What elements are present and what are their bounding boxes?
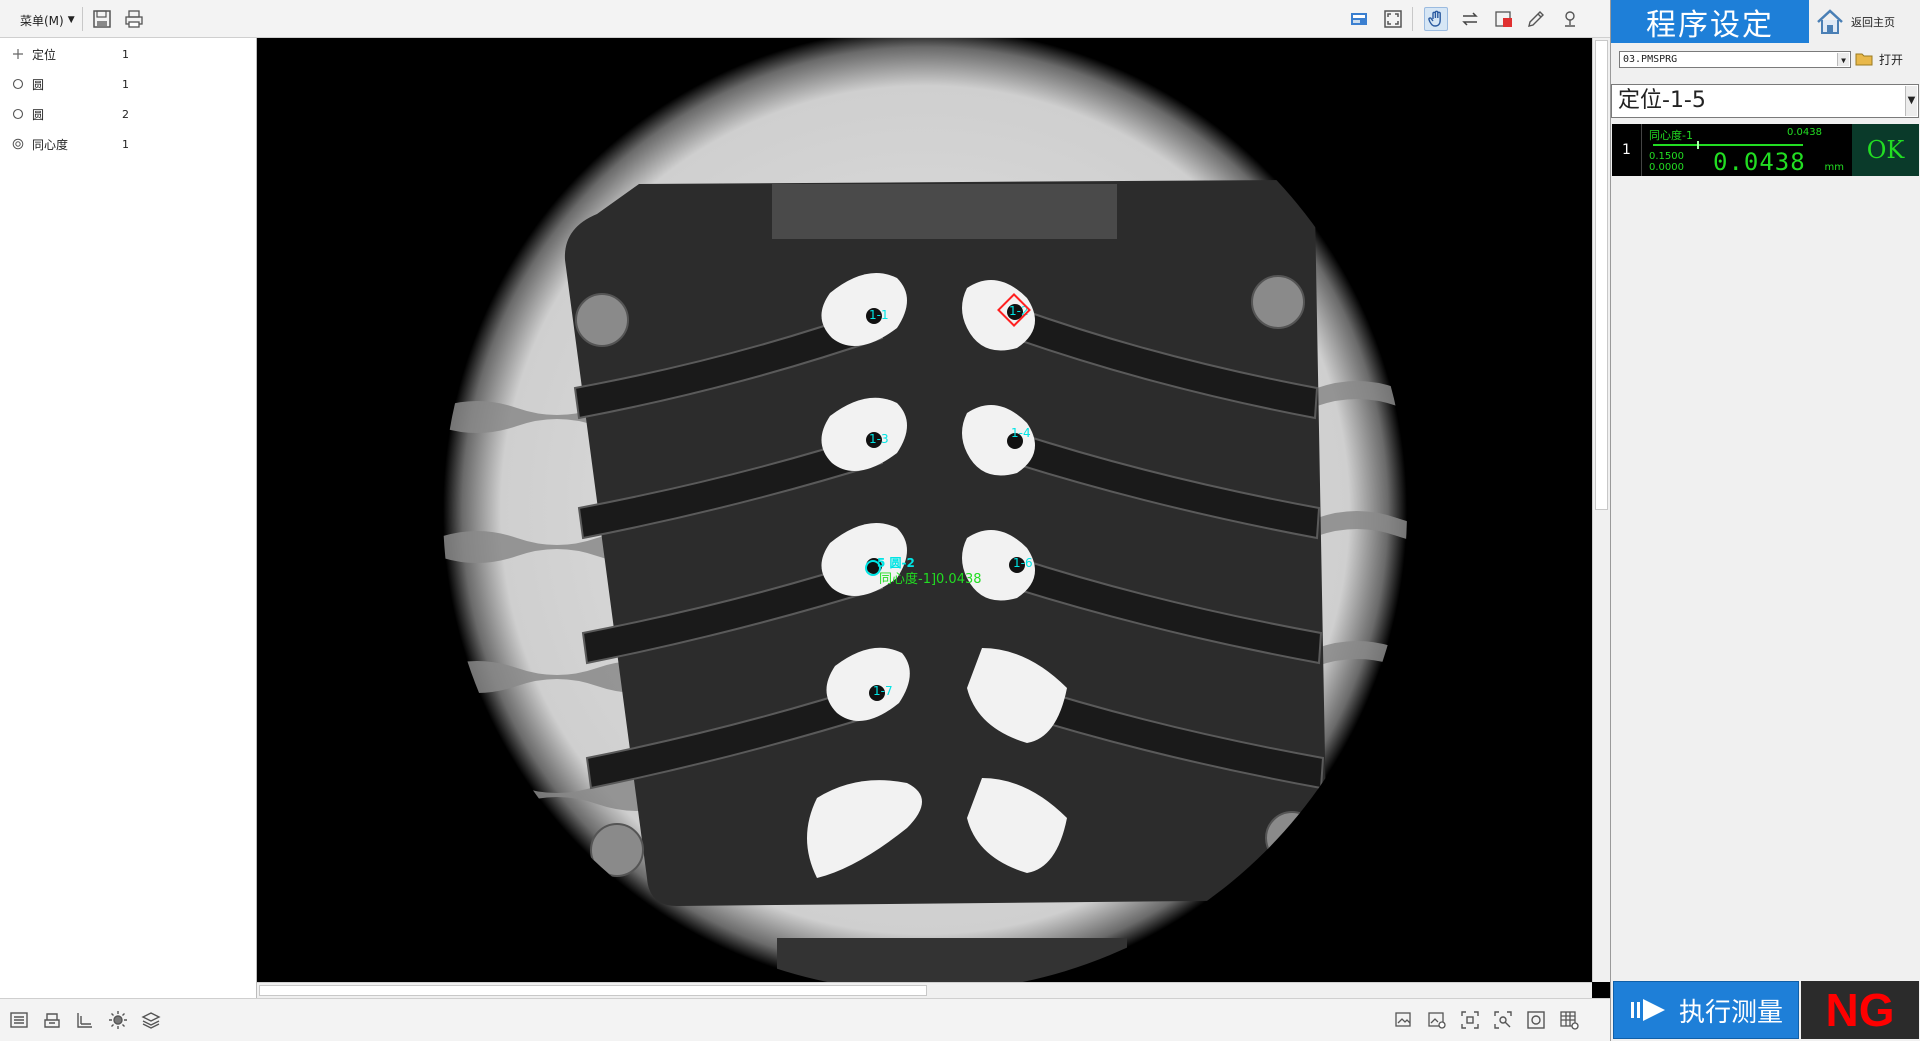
pad-label: 1-4 xyxy=(1011,426,1031,440)
feature-row[interactable]: 圆 1 xyxy=(0,73,256,95)
concentric-icon xyxy=(12,138,24,150)
menu-button[interactable]: 菜单(M) ▼ xyxy=(14,10,81,30)
print-icon[interactable] xyxy=(122,7,146,31)
feature-name: 定位 xyxy=(32,47,57,62)
pad-label: 1-6 xyxy=(1013,556,1033,570)
measurement-top-value: 0.0438 xyxy=(1787,127,1822,138)
measurement-display: 同心度-1 0.0438 0.1500 0.0000 0.0438 mm xyxy=(1643,124,1850,176)
feature-select[interactable]: 定位-1-5 ▼ xyxy=(1611,84,1919,118)
upper-tolerance: 0.1500 xyxy=(1649,151,1684,162)
gauge-marker xyxy=(1696,141,1699,149)
location-pin-icon[interactable] xyxy=(1558,7,1582,31)
chevron-down-icon: ▼ xyxy=(1837,53,1849,66)
measurement-index: 1 xyxy=(1612,124,1642,176)
open-label: 打开 xyxy=(1879,52,1904,67)
feature-count: 1 xyxy=(122,77,129,91)
camera-image xyxy=(257,38,1592,982)
pad-label: 1-7 xyxy=(873,684,893,698)
image-info-icon[interactable] xyxy=(1347,7,1371,31)
ruler-icon[interactable] xyxy=(74,1009,96,1031)
list-icon[interactable] xyxy=(8,1009,30,1031)
measurement-name: 同心度-1 xyxy=(1649,129,1693,142)
crosshair-icon xyxy=(12,48,24,60)
layers-icon[interactable] xyxy=(140,1009,162,1031)
feature-row[interactable]: 圆 2 xyxy=(0,103,256,125)
scroll-thumb[interactable] xyxy=(259,985,927,996)
result-badge: NG xyxy=(1801,981,1919,1039)
feature-name: 同心度 xyxy=(32,137,69,152)
zoom-fit-icon[interactable] xyxy=(1459,1009,1481,1031)
measurement-unit: mm xyxy=(1824,162,1844,173)
horizontal-scrollbar[interactable] xyxy=(257,982,1592,998)
tolerance-gauge xyxy=(1653,141,1803,149)
toolbar-divider xyxy=(1412,7,1413,31)
overlay-result-label: 同心度-1]0.0438 xyxy=(879,572,982,587)
zoom-region-icon[interactable] xyxy=(1492,1009,1514,1031)
measurement-row[interactable]: 1 同心度-1 0.0438 0.1500 0.0000 0.0438 mm O… xyxy=(1612,124,1919,176)
pad-label: 1-3 xyxy=(869,432,889,446)
feature-count: 1 xyxy=(122,137,129,151)
table-settings-icon[interactable] xyxy=(1558,1009,1580,1031)
chevron-down-icon: ▼ xyxy=(67,15,75,25)
lower-tolerance: 0.0000 xyxy=(1649,162,1684,173)
circle-icon xyxy=(12,78,24,90)
execute-measurement-button[interactable]: 执行测量 xyxy=(1613,981,1799,1039)
feature-row[interactable]: 同心度 1 xyxy=(0,133,256,155)
toolbar-divider xyxy=(82,7,83,31)
pencil-icon[interactable] xyxy=(1524,7,1548,31)
hand-pan-icon[interactable] xyxy=(1424,7,1448,31)
scroll-corner xyxy=(1592,982,1610,998)
feature-count: 1 xyxy=(122,47,129,61)
chevron-down-icon: ▼ xyxy=(1905,86,1917,116)
fit-screen-icon[interactable] xyxy=(1381,7,1405,31)
flip-icon[interactable] xyxy=(1458,7,1482,31)
image-viewport[interactable]: 1-1 1-2 1-3 1-4 1-6 1-7 5 圆-2 同心度-1]0.04… xyxy=(257,38,1592,982)
image-check-icon[interactable] xyxy=(1426,1009,1448,1031)
feature-select-value: 定位-1-5 xyxy=(1618,88,1706,113)
home-icon xyxy=(1817,9,1843,34)
folder-open-icon xyxy=(1855,53,1873,66)
bottom-toolbar xyxy=(0,998,1610,1041)
home-label: 返回主页 xyxy=(1851,16,1895,29)
color-region-icon[interactable] xyxy=(1492,7,1516,31)
scroll-thumb[interactable] xyxy=(1595,40,1608,510)
tray-icon[interactable] xyxy=(41,1009,63,1031)
program-settings-panel: 程序设定 返回主页 03.PMSPRG ▼ 打开 定位-1-5 ▼ 1 同心度-… xyxy=(1610,0,1920,1041)
feature-list-panel: 定位 1 圆 1 圆 2 同心度 1 xyxy=(0,38,257,998)
pad-label: 1-1 xyxy=(869,308,889,322)
measurement-status: OK xyxy=(1852,124,1919,176)
brightness-icon[interactable] xyxy=(107,1009,129,1031)
image-edit-icon[interactable] xyxy=(1393,1009,1415,1031)
open-button[interactable]: 打开 xyxy=(1855,48,1903,70)
circle-icon xyxy=(12,108,24,120)
save-icon[interactable] xyxy=(90,7,114,31)
menu-label: 菜单(M) xyxy=(20,13,64,28)
execute-label: 执行测量 xyxy=(1678,997,1783,1028)
play-icon xyxy=(1630,999,1665,1021)
feature-name: 圆 xyxy=(32,107,45,122)
vertical-scrollbar[interactable] xyxy=(1592,38,1610,982)
program-select[interactable]: 03.PMSPRG ▼ xyxy=(1619,51,1851,68)
program-select-value: 03.PMSPRG xyxy=(1623,54,1678,65)
measurement-value: 0.0438 xyxy=(1713,148,1806,176)
feature-name: 圆 xyxy=(32,77,45,92)
top-toolbar: 菜单(M) ▼ xyxy=(0,0,1610,38)
feature-count: 2 xyxy=(122,107,129,121)
home-button[interactable]: 返回主页 xyxy=(1813,4,1919,40)
capture-icon[interactable] xyxy=(1525,1009,1547,1031)
feature-row[interactable]: 定位 1 xyxy=(0,43,256,65)
panel-title: 程序设定 xyxy=(1611,0,1809,43)
